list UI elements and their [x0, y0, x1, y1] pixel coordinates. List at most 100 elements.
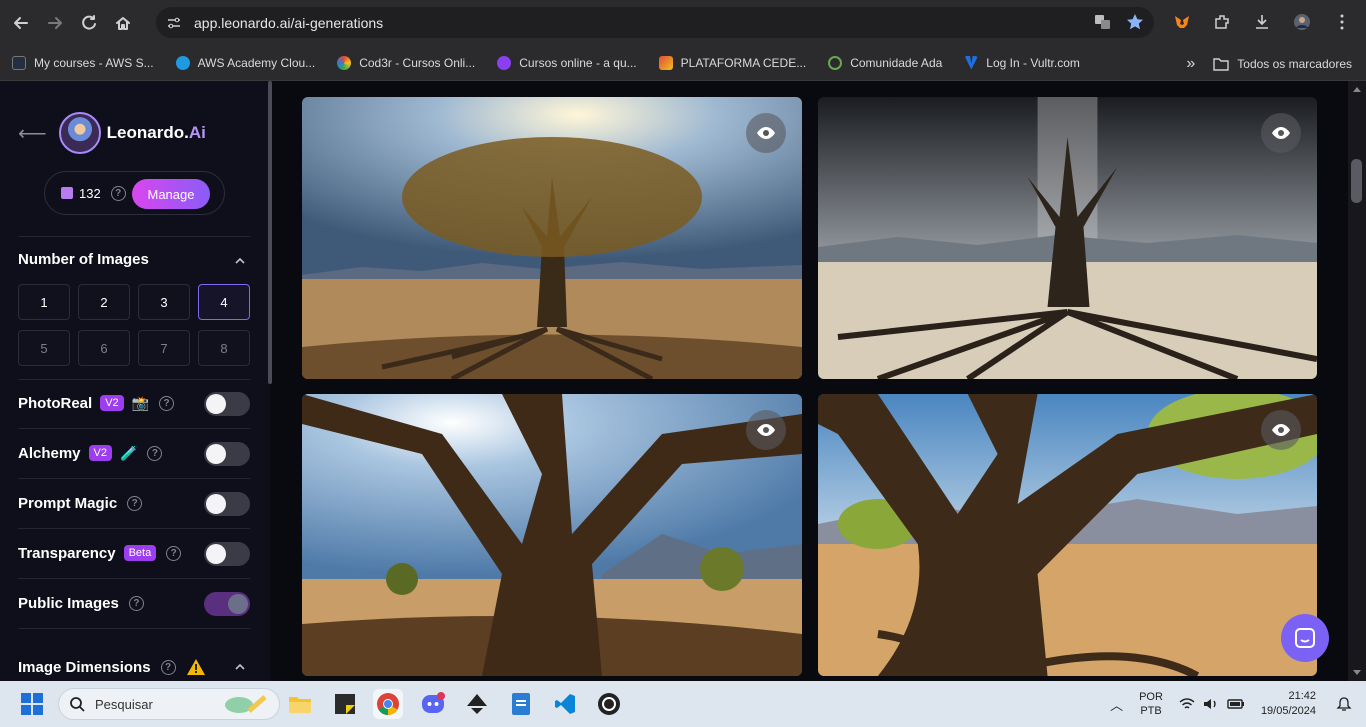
chat-support-button[interactable]	[1281, 614, 1329, 662]
chevron-up-icon[interactable]	[234, 255, 246, 267]
bookmark-item[interactable]: AWS Academy Clou...	[175, 55, 316, 70]
page-scrollbar[interactable]	[1348, 81, 1366, 681]
collapse-sidebar-icon[interactable]: ⟵	[18, 121, 47, 146]
view-image-button[interactable]	[1261, 113, 1301, 153]
generated-image[interactable]	[302, 394, 802, 676]
toggle-knob	[206, 444, 226, 464]
brand-name: Leonardo.Ai	[107, 123, 206, 143]
help-icon[interactable]: ?	[166, 545, 182, 561]
metamask-icon[interactable]	[1170, 10, 1194, 34]
transparency-toggle[interactable]	[204, 542, 250, 566]
toggle-knob	[206, 494, 226, 514]
wifi-icon[interactable]	[1179, 697, 1195, 711]
address-bar[interactable]: app.leonardo.ai/ai-generations	[156, 7, 1154, 38]
tree-desert-image	[302, 394, 802, 676]
vscode-app[interactable]	[550, 689, 580, 719]
token-icon	[61, 187, 73, 199]
number-option-8[interactable]: 8	[198, 330, 250, 366]
tree-desert-image	[818, 97, 1317, 379]
token-count: 132	[79, 185, 101, 201]
download-icon[interactable]	[1250, 10, 1274, 34]
bookmark-item[interactable]: Cursos online - a qu...	[497, 55, 637, 70]
generated-image[interactable]	[818, 97, 1317, 379]
bookmark-item[interactable]: PLATAFORMA CEDE...	[658, 55, 807, 70]
prompt-magic-toggle[interactable]	[204, 492, 250, 516]
forward-button[interactable]	[42, 10, 68, 36]
translate-icon[interactable]	[1094, 13, 1112, 31]
number-option-2[interactable]: 2	[78, 284, 130, 320]
sticky-notes-app[interactable]	[330, 689, 360, 719]
number-option-4[interactable]: 4	[198, 284, 250, 320]
bookmark-item[interactable]: Cod3r - Cursos Onli...	[337, 55, 475, 70]
discord-icon	[422, 692, 445, 713]
number-option-1[interactable]: 1	[18, 284, 70, 320]
scroll-up-arrow-icon[interactable]	[1352, 85, 1362, 93]
help-icon[interactable]: ?	[160, 659, 176, 675]
bookmark-label: AWS Academy Clou...	[197, 55, 316, 70]
number-option-7[interactable]: 7	[138, 330, 190, 366]
inkscape-app[interactable]	[462, 689, 492, 719]
setting-label: Public Images	[18, 594, 119, 612]
help-icon[interactable]: ?	[128, 595, 144, 611]
extensions-icon[interactable]	[1210, 10, 1234, 34]
document-icon	[512, 693, 530, 715]
browser-menu-icon[interactable]	[1330, 10, 1354, 34]
help-icon[interactable]: ?	[110, 185, 126, 201]
help-icon[interactable]: ?	[159, 395, 175, 411]
alchemy-toggle[interactable]	[204, 442, 250, 466]
scroll-down-arrow-icon[interactable]	[1352, 669, 1362, 677]
taskbar-search[interactable]: Pesquisar	[58, 688, 280, 720]
tree-desert-image	[818, 394, 1317, 676]
bookmark-item[interactable]: Comunidade Ada	[828, 55, 942, 70]
reload-icon	[82, 14, 96, 30]
github-desktop-app[interactable]	[594, 689, 624, 719]
windows-start-icon[interactable]	[21, 693, 43, 715]
brand: ⟵ Leonardo.Ai	[18, 112, 206, 154]
scrollbar-thumb[interactable]	[1351, 159, 1362, 203]
generated-image[interactable]	[302, 97, 802, 379]
help-icon[interactable]: ?	[127, 495, 143, 511]
manage-button[interactable]: Manage	[132, 179, 210, 209]
battery-icon[interactable]	[1227, 697, 1245, 711]
view-image-button[interactable]	[746, 113, 786, 153]
public-images-toggle[interactable]	[204, 592, 250, 616]
bookmark-label: My courses - AWS S...	[34, 55, 154, 70]
discord-app[interactable]	[418, 689, 448, 719]
all-bookmarks-link[interactable]: Todos os marcadores	[1237, 57, 1352, 71]
word-app[interactable]	[506, 689, 536, 719]
photoreal-toggle[interactable]	[204, 392, 250, 416]
chrome-app[interactable]	[373, 689, 403, 719]
reload-button[interactable]	[76, 10, 102, 36]
file-explorer-app[interactable]	[285, 689, 315, 719]
view-image-button[interactable]	[746, 410, 786, 450]
number-option-5[interactable]: 5	[18, 330, 70, 366]
volume-icon[interactable]	[1203, 697, 1219, 711]
language-indicator[interactable]: POR PTB	[1139, 690, 1163, 718]
back-button[interactable]	[8, 10, 34, 36]
bookmark-item[interactable]: My courses - AWS S...	[12, 55, 154, 70]
view-image-button[interactable]	[1261, 410, 1301, 450]
site-settings-icon[interactable]	[166, 15, 182, 31]
bookmark-star-icon[interactable]	[1126, 13, 1144, 31]
number-option-3[interactable]: 3	[138, 284, 190, 320]
number-of-images-title: Number of Images	[18, 251, 149, 268]
generated-image[interactable]	[818, 394, 1317, 676]
home-button[interactable]	[110, 10, 136, 36]
chrome-icon	[377, 693, 399, 715]
notification-bell-icon[interactable]	[1336, 696, 1352, 712]
clock-date: 19/05/2024	[1260, 705, 1316, 717]
chevron-right-icon[interactable]: »	[1186, 55, 1195, 73]
bookmark-item[interactable]: Log In - Vultr.com	[964, 55, 1080, 70]
number-option-6[interactable]: 6	[78, 330, 130, 366]
github-icon	[598, 693, 620, 715]
chevron-up-icon[interactable]: ︿	[1110, 695, 1123, 714]
version-badge: V2	[88, 445, 112, 461]
help-icon[interactable]: ?	[147, 445, 163, 461]
profile-avatar[interactable]	[1290, 10, 1314, 34]
clock[interactable]: 21:42 19/05/2024	[1261, 689, 1316, 719]
folder-icon	[1213, 58, 1229, 71]
chevron-up-icon[interactable]	[234, 661, 246, 673]
clock-time: 21:42	[1288, 690, 1316, 702]
bookmark-label: PLATAFORMA CEDE...	[680, 55, 807, 70]
divider	[18, 236, 250, 237]
